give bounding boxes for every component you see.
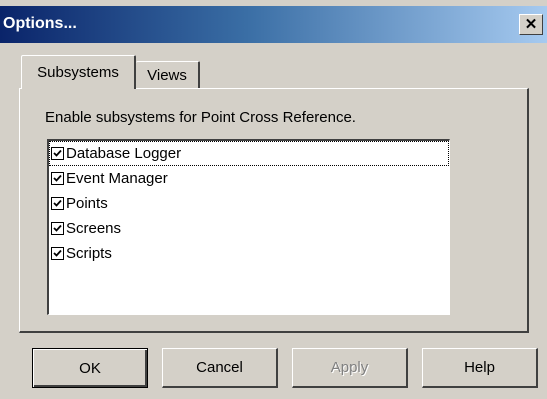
close-icon: ✕ [524, 16, 538, 33]
cancel-button[interactable]: Cancel [162, 348, 278, 388]
list-item-label: Event Manager [66, 170, 168, 187]
checkmark-icon [53, 224, 62, 232]
title-bar: Options... ✕ [0, 6, 547, 43]
list-item-scripts[interactable]: Scripts [49, 241, 449, 266]
checkmark-icon [53, 174, 62, 182]
subsystem-listbox[interactable]: Database Logger Event Manager Points Scr… [47, 139, 450, 315]
help-button[interactable]: Help [422, 348, 538, 388]
tab-subsystems-label: Subsystems [37, 64, 119, 81]
subsystems-panel: Enable subsystems for Point Cross Refere… [19, 88, 529, 333]
window-title: Options... [3, 15, 77, 32]
list-item-database-logger[interactable]: Database Logger [49, 141, 449, 166]
checkbox[interactable] [51, 222, 64, 235]
list-item-label: Screens [66, 220, 122, 237]
checkbox[interactable] [51, 197, 64, 210]
close-button[interactable]: ✕ [519, 14, 543, 35]
list-item-points[interactable]: Points [49, 191, 449, 216]
options-dialog: Options... ✕ Subsystems Views Enable sub… [0, 0, 547, 399]
checkbox[interactable] [51, 172, 64, 185]
checkbox[interactable] [51, 147, 64, 160]
checkmark-icon [53, 199, 62, 207]
checkbox[interactable] [51, 247, 64, 260]
list-item-screens[interactable]: Screens [49, 216, 449, 241]
checkmark-icon [53, 249, 62, 257]
checkmark-icon [53, 149, 62, 157]
list-item-label: Database Logger [66, 145, 182, 162]
instruction-text: Enable subsystems for Point Cross Refere… [45, 109, 356, 126]
ok-button[interactable]: OK [32, 348, 148, 388]
tab-views[interactable]: Views [136, 61, 200, 89]
list-item-label: Points [66, 195, 108, 212]
tab-views-label: Views [147, 67, 187, 84]
list-item-event-manager[interactable]: Event Manager [49, 166, 449, 191]
list-item-label: Scripts [66, 245, 112, 262]
tab-subsystems[interactable]: Subsystems [21, 55, 136, 89]
apply-button[interactable]: Apply [292, 348, 408, 388]
